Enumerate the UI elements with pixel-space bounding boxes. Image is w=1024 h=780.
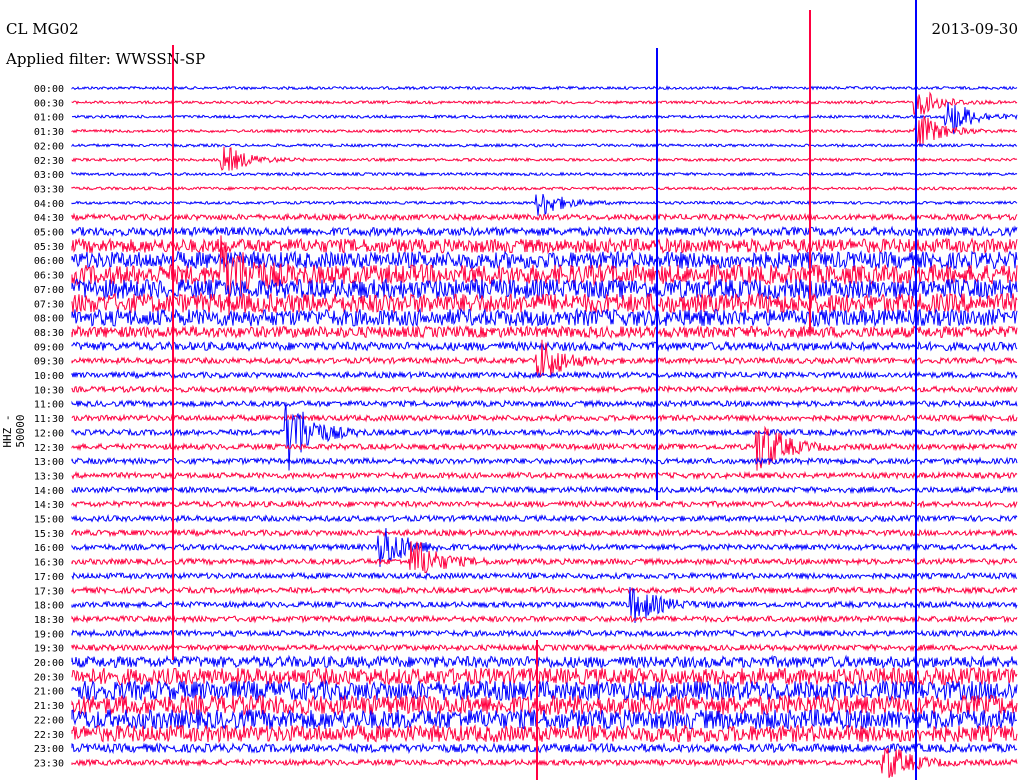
row-time-label: 04:30	[34, 213, 64, 224]
row-time-label: 01:30	[34, 127, 64, 138]
seismogram-plot: 00:00 00:30 01:00 01:30 02:00 02:30 03:00 03:30…	[34, 0, 1018, 780]
trace-line	[71, 249, 1018, 271]
row-time-label: 03:00	[34, 170, 64, 181]
trace-line	[71, 171, 1018, 177]
trace-line	[71, 585, 1018, 595]
trace-line	[71, 91, 1018, 116]
trace-line	[71, 142, 1018, 149]
trace-line	[71, 413, 1018, 423]
row-time-label: 13:00	[34, 457, 64, 468]
row-time-label: 10:00	[34, 371, 64, 382]
row-time-label: 14:30	[34, 500, 64, 511]
row-time-label: 22:00	[34, 715, 64, 726]
row-time-label: 09:00	[34, 342, 64, 353]
row-time-label: 15:00	[34, 515, 64, 526]
trace-line	[71, 485, 1018, 495]
trace-line	[71, 340, 1018, 353]
trace-line	[71, 116, 1018, 147]
trace-line	[71, 193, 1018, 216]
trace-line	[71, 399, 1018, 409]
trace-line	[71, 370, 1018, 380]
trace-line	[71, 456, 1018, 466]
trace-line	[71, 146, 1018, 171]
row-time-label: 09:30	[34, 357, 64, 368]
row-time-label: 05:00	[34, 228, 64, 239]
row-time-label: 21:00	[34, 687, 64, 698]
row-time-label: 22:30	[34, 730, 64, 741]
row-time-label: 10:30	[34, 385, 64, 396]
trace-line	[71, 307, 1018, 328]
row-time-label: 01:00	[34, 113, 64, 124]
row-time-label: 04:00	[34, 199, 64, 210]
trace-line	[71, 742, 1018, 755]
row-time-label: 08:00	[34, 314, 64, 325]
trace-line	[71, 384, 1018, 394]
trace-line	[71, 236, 1018, 255]
trace-line	[71, 102, 1018, 135]
row-time-label: 11:00	[34, 400, 64, 411]
row-time-label: 02:00	[34, 141, 64, 152]
row-time-label: 17:00	[34, 572, 64, 583]
trace-line	[71, 666, 1018, 687]
trace-line	[71, 470, 1018, 481]
row-time-label: 12:00	[34, 428, 64, 439]
trace-line	[71, 654, 1018, 670]
row-time-label: 20:30	[34, 672, 64, 683]
row-time-label: 05:30	[34, 242, 64, 253]
row-time-label: 07:30	[34, 299, 64, 310]
row-time-label: 16:00	[34, 543, 64, 554]
trace-line	[71, 513, 1018, 524]
row-time-label: 02:30	[34, 156, 64, 167]
trace-line	[71, 528, 1018, 538]
row-time-label: 06:30	[34, 271, 64, 282]
trace-line	[71, 748, 1018, 778]
trace-line	[71, 643, 1018, 653]
row-time-label: 19:00	[34, 629, 64, 640]
row-time-label: 00:30	[34, 98, 64, 109]
row-time-label: 12:30	[34, 443, 64, 454]
trace-line	[71, 291, 1018, 315]
row-time-label: 06:00	[34, 256, 64, 267]
row-time-label: 16:30	[34, 558, 64, 569]
row-time-label: 00:00	[34, 84, 64, 95]
row-time-label: 07:00	[34, 285, 64, 296]
row-time-label: 23:30	[34, 758, 64, 769]
trace-line	[71, 225, 1018, 238]
row-time-label: 08:30	[34, 328, 64, 339]
row-time-label: 23:00	[34, 744, 64, 755]
trace-line	[71, 212, 1018, 222]
trace-line	[71, 614, 1018, 624]
row-time-label: 11:30	[34, 414, 64, 425]
row-time-label: 03:30	[34, 184, 64, 195]
row-time-label: 21:30	[34, 701, 64, 712]
trace-line	[71, 425, 1018, 471]
row-time-label: 20:00	[34, 658, 64, 669]
trace-line	[71, 499, 1018, 509]
row-time-label: 19:30	[34, 644, 64, 655]
row-time-label: 15:30	[34, 529, 64, 540]
trace-line	[71, 571, 1018, 581]
trace-line	[71, 85, 1018, 91]
row-time-label: 18:30	[34, 615, 64, 626]
trace-line	[71, 185, 1018, 192]
row-time-label: 17:30	[34, 586, 64, 597]
trace-line	[71, 324, 1018, 340]
row-time-label: 18:00	[34, 601, 64, 612]
row-time-label: 14:00	[34, 486, 64, 497]
trace-line	[71, 708, 1017, 731]
trace-line	[71, 628, 1018, 639]
row-time-label: 13:30	[34, 471, 64, 482]
